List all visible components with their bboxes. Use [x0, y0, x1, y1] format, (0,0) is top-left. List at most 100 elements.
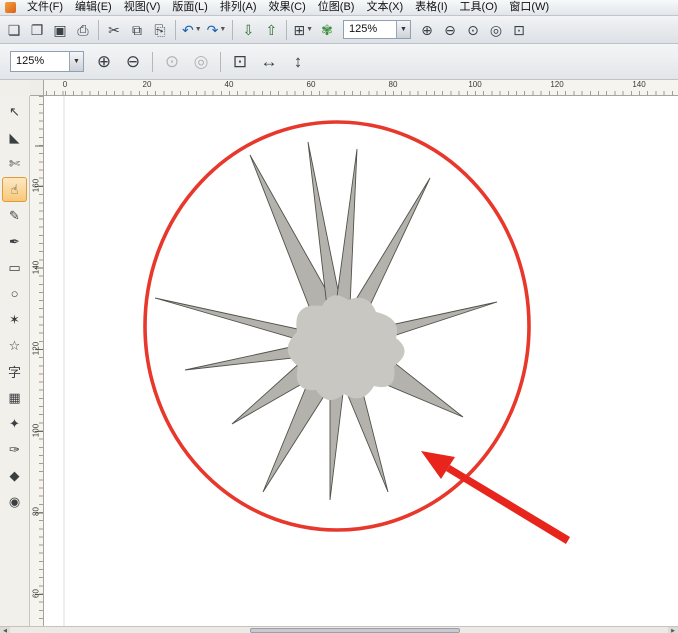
menu-item-7[interactable]: 文本(X) — [360, 0, 409, 15]
drawing-canvas[interactable] — [44, 96, 678, 626]
shape-tool[interactable]: ◣ — [2, 125, 27, 150]
table-tool-icon: ▦ — [8, 390, 20, 406]
toolbar-separator — [286, 20, 287, 40]
zoom-page-icon: ⊡ — [513, 23, 525, 37]
combo-dropdown-icon[interactable]: ▼ — [396, 21, 410, 38]
smart-fill-tool[interactable]: ✒ — [2, 229, 27, 254]
ellipse-tool-icon: ○ — [11, 286, 19, 301]
ellipse-tool[interactable]: ○ — [2, 281, 27, 306]
hruler-label-80: 80 — [389, 80, 398, 89]
redo-button[interactable]: ↷▼ — [205, 19, 229, 41]
menu-item-9[interactable]: 工具(O) — [454, 0, 504, 15]
menu-item-10[interactable]: 窗口(W) — [503, 0, 555, 15]
zoom-selected-button[interactable]: ⊙ — [462, 19, 484, 41]
dropdown-caret-icon[interactable]: ▼ — [195, 26, 202, 33]
zoom-page-height-icon: ↕ — [294, 53, 303, 70]
property-bar: 125%▼ ⊕ ⊖ ⊙ ◎ ⊡↔ ↕ — [0, 44, 678, 80]
paste-button[interactable]: ⎘ — [149, 19, 171, 41]
menu-item-1[interactable]: 编辑(E) — [69, 0, 118, 15]
welcome-screen-button[interactable]: ✾ — [316, 19, 338, 41]
fill-tool[interactable]: ◆ — [2, 463, 27, 488]
splatter-star-body[interactable] — [288, 295, 405, 400]
pick-tool[interactable]: ↖ — [2, 99, 27, 124]
menu-item-6[interactable]: 位图(B) — [312, 0, 361, 15]
zoom-selected-icon: ⊙ — [165, 53, 179, 70]
zoom-selected-button[interactable]: ⊙ — [159, 49, 185, 75]
ruler-filler — [0, 80, 30, 96]
hruler-label-40: 40 — [225, 80, 234, 89]
menu-item-8[interactable]: 表格(I) — [409, 0, 453, 15]
dropdown-caret-icon[interactable]: ▼ — [306, 26, 313, 33]
horizontal-scrollbar[interactable]: ◀ ▶ — [0, 626, 678, 633]
print-button[interactable]: ⎙ — [72, 19, 94, 41]
zoom-in-icon: ⊕ — [421, 23, 433, 37]
pan-tool[interactable]: ☝ — [2, 177, 27, 202]
cut-icon: ✂ — [108, 23, 120, 37]
toolbar-separator — [175, 20, 176, 40]
scroll-right-icon[interactable]: ▶ — [668, 627, 678, 633]
eyedropper-tool-icon: ✦ — [9, 416, 20, 432]
zoom-in-button[interactable]: ⊕ — [416, 19, 438, 41]
zoom-page-height-button[interactable]: ↕ — [285, 49, 311, 75]
export-button[interactable]: ⇧ — [260, 19, 282, 41]
hruler-label-100: 100 — [468, 80, 481, 89]
new-document-button[interactable]: ❏ — [3, 19, 25, 41]
crop-tool-icon: ✄ — [9, 156, 20, 172]
rectangle-tool-icon: ▭ — [8, 260, 20, 276]
crop-tool[interactable]: ✄ — [2, 151, 27, 176]
basic-shapes-tool[interactable]: ☆ — [2, 333, 27, 358]
polygon-tool[interactable]: ✶ — [2, 307, 27, 332]
menu-item-4[interactable]: 排列(A) — [214, 0, 263, 15]
zoom-in-icon: ⊕ — [97, 53, 111, 70]
zoom-levels-combobox[interactable]: 125%▼ — [10, 51, 84, 72]
freehand-tool[interactable]: ✎ — [2, 203, 27, 228]
dropdown-caret-icon[interactable]: ▼ — [219, 26, 226, 33]
toolbar-separator — [98, 20, 99, 40]
scroll-left-icon[interactable]: ◀ — [0, 627, 10, 633]
zoom-page-button[interactable]: ⊡ — [508, 19, 530, 41]
application-launcher-button[interactable]: ⊞▼ — [291, 19, 315, 41]
save-button[interactable]: ▣ — [49, 19, 71, 41]
combo-dropdown-icon[interactable]: ▼ — [69, 52, 83, 71]
zoom-out-button[interactable]: ⊖ — [439, 19, 461, 41]
rectangle-tool[interactable]: ▭ — [2, 255, 27, 280]
menu-item-5[interactable]: 效果(C) — [263, 0, 312, 15]
table-tool[interactable]: ▦ — [2, 385, 27, 410]
zoom-all-objects-button[interactable]: ◎ — [188, 49, 214, 75]
toolbox: ↖ ◣ ✄ ☝✎✒ ▭ ○ ✶ ☆ 字 ▦ ✦ ✑◆◉ — [0, 96, 30, 633]
copy-button[interactable]: ⧉ — [126, 19, 148, 41]
shape-tool-icon: ◣ — [10, 130, 20, 146]
cut-button[interactable]: ✂ — [103, 19, 125, 41]
horizontal-ruler: 020406080100120140 — [44, 80, 678, 96]
zoom-level-combobox[interactable]: 125%▼ — [343, 20, 411, 39]
zoom-all-button[interactable]: ◎ — [485, 19, 507, 41]
open-button[interactable]: ❐ — [26, 19, 48, 41]
menu-item-3[interactable]: 版面(L) — [166, 0, 213, 15]
menu-item-0[interactable]: 文件(F) — [21, 0, 69, 15]
hruler-label-20: 20 — [143, 80, 152, 89]
zoom-page-button[interactable]: ⊡ — [227, 49, 253, 75]
menu-item-2[interactable]: 视图(V) — [118, 0, 167, 15]
vruler-label-100: 100 — [32, 420, 41, 440]
vruler-label-60: 60 — [32, 584, 41, 604]
import-icon: ⇩ — [242, 23, 254, 37]
interactive-fill-tool[interactable]: ◉ — [2, 489, 27, 514]
save-icon: ▣ — [53, 23, 66, 37]
vruler-label-140: 140 — [32, 257, 41, 277]
basic-shapes-tool-icon: ☆ — [9, 338, 21, 354]
open-icon: ❐ — [31, 23, 44, 37]
eyedropper-tool[interactable]: ✦ — [2, 411, 27, 436]
import-button[interactable]: ⇩ — [237, 19, 259, 41]
zoom-out-button[interactable]: ⊖ — [120, 49, 146, 75]
text-tool[interactable]: 字 — [2, 359, 27, 384]
menu-bar: 文件(F)编辑(E)视图(V)版面(L)排列(A)效果(C)位图(B)文本(X)… — [0, 0, 678, 16]
application-window: 文件(F)编辑(E)视图(V)版面(L)排列(A)效果(C)位图(B)文本(X)… — [0, 0, 678, 633]
print-icon: ⎙ — [77, 23, 88, 37]
zoom-page-width-button[interactable]: ↔ — [256, 49, 282, 75]
outline-pen-tool[interactable]: ✑ — [2, 437, 27, 462]
zoom-selected-icon: ⊙ — [467, 23, 479, 37]
zoom-in-button[interactable]: ⊕ — [91, 49, 117, 75]
undo-button[interactable]: ↶▼ — [180, 19, 204, 41]
paste-icon: ⎘ — [154, 23, 165, 37]
horizontal-scrollbar-thumb[interactable] — [250, 628, 460, 633]
